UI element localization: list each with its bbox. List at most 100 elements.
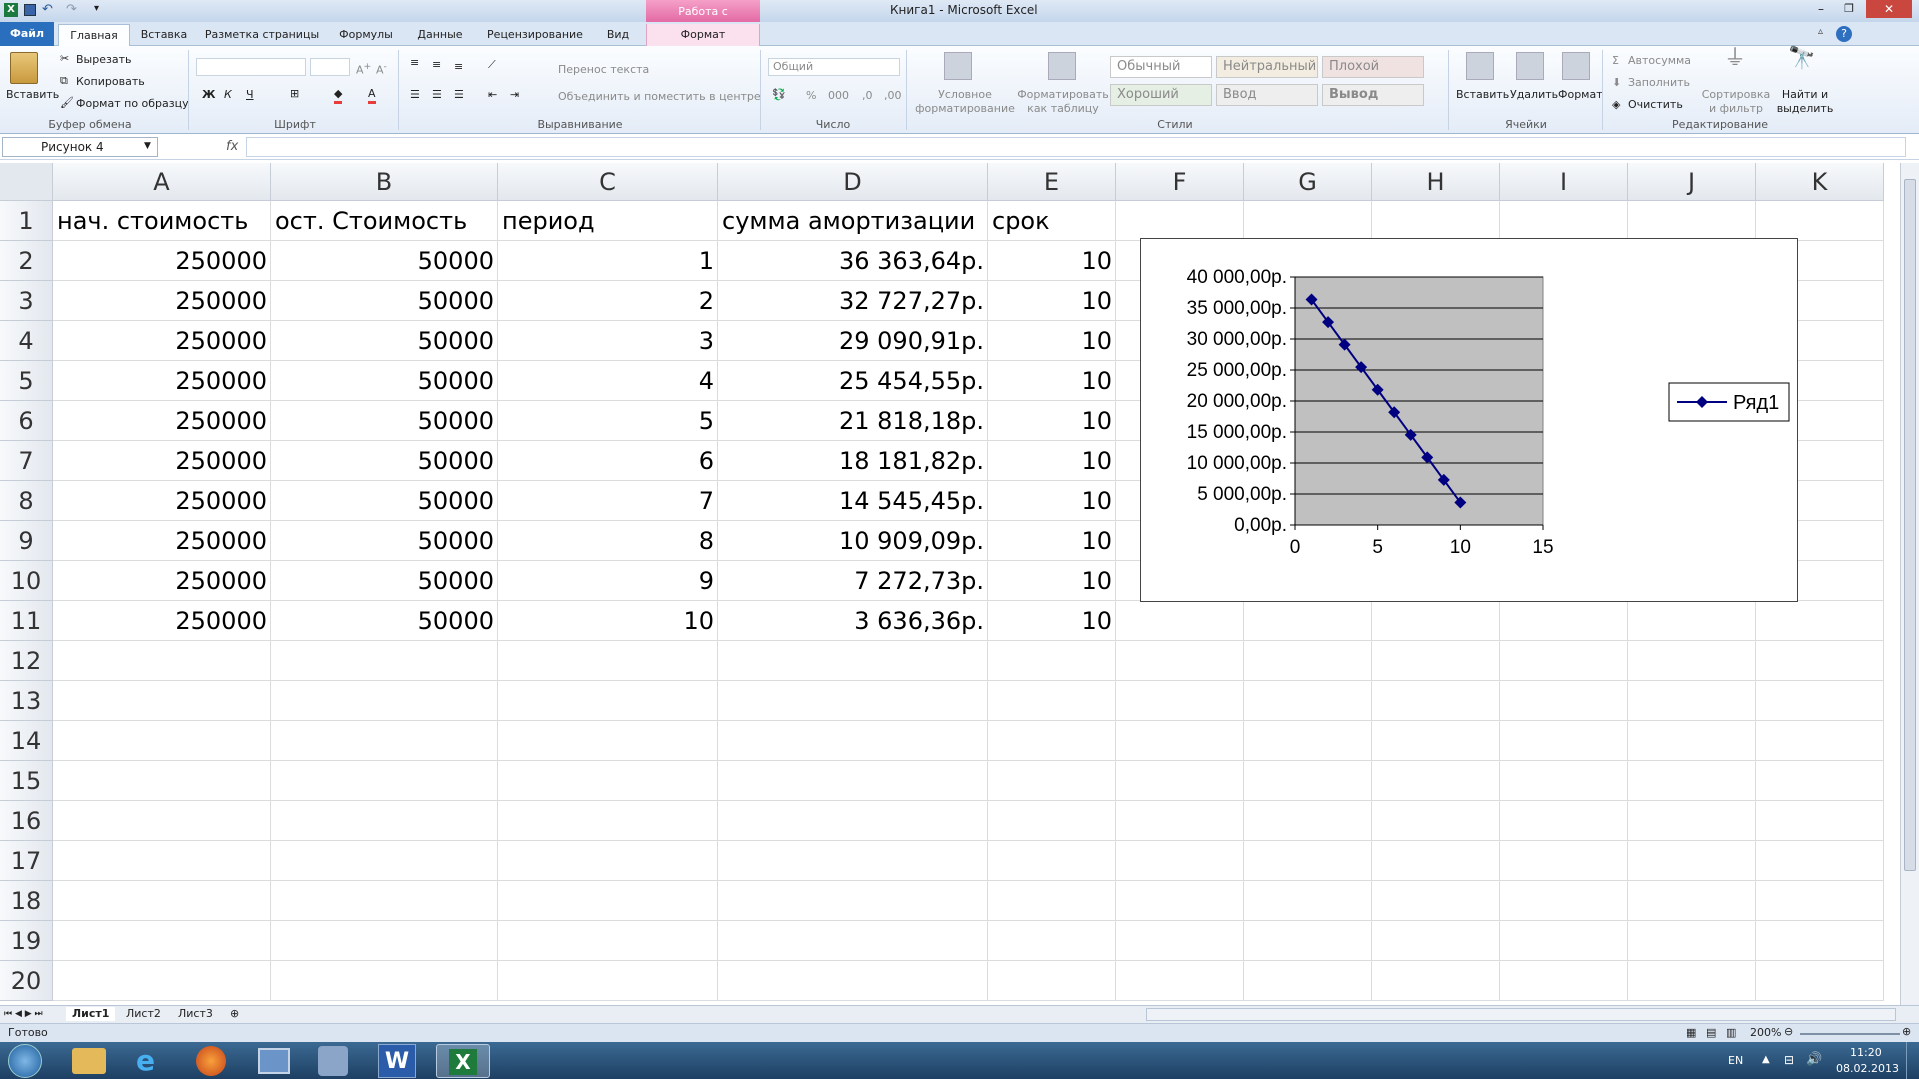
cell[interactable] — [1244, 921, 1372, 961]
cell[interactable] — [1372, 881, 1500, 921]
increase-indent-icon[interactable]: ⇥ — [510, 88, 519, 102]
cell[interactable] — [1244, 721, 1372, 761]
borders-icon[interactable]: ⊞ — [290, 87, 299, 101]
header-cell[interactable]: сумма амортизации — [718, 201, 988, 241]
cell[interactable] — [1116, 841, 1244, 881]
cell[interactable] — [718, 921, 988, 961]
zoom-in-icon[interactable]: ⊕ — [1902, 1025, 1911, 1039]
cell[interactable] — [1500, 201, 1628, 241]
merge-center-button[interactable]: Объединить и поместить в центре — [558, 90, 761, 104]
data-cell[interactable]: 32 727,27р. — [718, 281, 988, 321]
cell[interactable] — [1116, 961, 1244, 1001]
data-cell[interactable]: 10 — [988, 281, 1116, 321]
cell[interactable] — [498, 801, 718, 841]
cell[interactable] — [498, 881, 718, 921]
cell[interactable] — [1116, 721, 1244, 761]
cell[interactable] — [53, 841, 271, 881]
cell[interactable] — [1628, 201, 1756, 241]
cell[interactable] — [1756, 721, 1884, 761]
cell[interactable] — [498, 721, 718, 761]
data-cell[interactable]: 10 — [988, 241, 1116, 281]
fill-button[interactable]: Заполнить — [1628, 76, 1690, 90]
wrap-text-button[interactable]: Перенос текста — [558, 63, 649, 77]
data-cell[interactable]: 36 363,64р. — [718, 241, 988, 281]
column-header-d[interactable]: D — [718, 163, 988, 201]
start-button-icon[interactable] — [8, 1044, 42, 1078]
header-cell[interactable]: период — [498, 201, 718, 241]
data-cell[interactable]: 50000 — [271, 561, 498, 601]
column-header-e[interactable]: E — [988, 163, 1116, 201]
conditional-formatting-button[interactable]: Условное форматирование — [910, 88, 1020, 116]
row-header-3[interactable]: 3 — [0, 281, 53, 321]
vertical-scrollbar[interactable] — [1900, 163, 1919, 1005]
cell[interactable] — [1628, 961, 1756, 1001]
cell[interactable] — [1244, 641, 1372, 681]
cell[interactable] — [1628, 801, 1756, 841]
data-cell[interactable]: 10 — [988, 321, 1116, 361]
column-header-f[interactable]: F — [1116, 163, 1244, 201]
decrease-indent-icon[interactable]: ⇤ — [488, 88, 497, 102]
bold-button[interactable]: Ж — [202, 88, 215, 102]
cell[interactable] — [271, 841, 498, 881]
data-cell[interactable]: 3 — [498, 321, 718, 361]
data-cell[interactable]: 10 — [988, 401, 1116, 441]
style-input[interactable]: Ввод — [1216, 84, 1318, 106]
cell[interactable] — [988, 801, 1116, 841]
cell[interactable] — [1756, 201, 1884, 241]
insert-sheet-icon[interactable]: ⊕ — [230, 1007, 239, 1021]
language-indicator[interactable]: EN — [1728, 1054, 1743, 1067]
header-cell[interactable]: ост. Стоимость — [271, 201, 498, 241]
conditional-formatting-icon[interactable] — [944, 52, 972, 80]
cut-icon[interactable]: ✂ — [60, 52, 69, 66]
cut-button[interactable]: Вырезать — [76, 53, 131, 67]
cell[interactable] — [1244, 681, 1372, 721]
cell[interactable] — [271, 721, 498, 761]
tray-arrow-icon[interactable]: ▲ — [1762, 1054, 1770, 1065]
cell[interactable] — [1500, 841, 1628, 881]
data-cell[interactable]: 10 — [988, 521, 1116, 561]
sheet-nav-arrows[interactable]: ⏮ ◀ ▶ ⏭ — [4, 1007, 43, 1021]
cell[interactable] — [1116, 201, 1244, 241]
row-header-8[interactable]: 8 — [0, 481, 53, 521]
cell[interactable] — [1628, 841, 1756, 881]
cell[interactable] — [718, 801, 988, 841]
cell[interactable] — [498, 641, 718, 681]
tab-insert[interactable]: Вставка — [134, 24, 194, 46]
copy-icon[interactable]: ⧉ — [60, 74, 68, 88]
cell[interactable] — [988, 641, 1116, 681]
network-icon[interactable]: ⊟ — [1784, 1053, 1794, 1067]
data-cell[interactable]: 50000 — [271, 441, 498, 481]
cell[interactable] — [1756, 801, 1884, 841]
save-icon[interactable] — [24, 4, 36, 16]
data-cell[interactable]: 25 454,55р. — [718, 361, 988, 401]
sheet-tab-1[interactable]: Лист1 — [66, 1007, 116, 1021]
tab-file[interactable]: Файл — [0, 22, 54, 46]
insert-cells-button[interactable]: Вставить — [1456, 88, 1509, 102]
data-cell[interactable]: 2 — [498, 281, 718, 321]
cell[interactable] — [1756, 681, 1884, 721]
cell[interactable] — [988, 841, 1116, 881]
column-header-h[interactable]: H — [1372, 163, 1500, 201]
paste-button[interactable]: Вставить — [6, 88, 59, 102]
zoom-slider[interactable] — [1800, 1033, 1900, 1035]
cell[interactable] — [988, 881, 1116, 921]
clear-button[interactable]: Очистить — [1628, 98, 1683, 112]
cell[interactable] — [1372, 841, 1500, 881]
row-header-13[interactable]: 13 — [0, 681, 53, 721]
cell[interactable] — [1372, 721, 1500, 761]
font-color-icon[interactable]: A — [368, 87, 376, 104]
row-header-17[interactable]: 17 — [0, 841, 53, 881]
cell[interactable] — [53, 921, 271, 961]
cell[interactable] — [1756, 761, 1884, 801]
data-cell[interactable]: 50000 — [271, 481, 498, 521]
cell[interactable] — [1500, 921, 1628, 961]
cell[interactable] — [1756, 921, 1884, 961]
minimize-button[interactable]: – — [1808, 2, 1834, 18]
insert-cells-icon[interactable] — [1466, 52, 1494, 80]
style-output[interactable]: Вывод — [1322, 84, 1424, 106]
header-cell[interactable]: нач. стоимость — [53, 201, 271, 241]
cell[interactable] — [718, 761, 988, 801]
customize-quick-access-icon[interactable]: ▾ — [94, 3, 99, 14]
row-header-1[interactable]: 1 — [0, 201, 53, 241]
cell[interactable] — [1244, 841, 1372, 881]
